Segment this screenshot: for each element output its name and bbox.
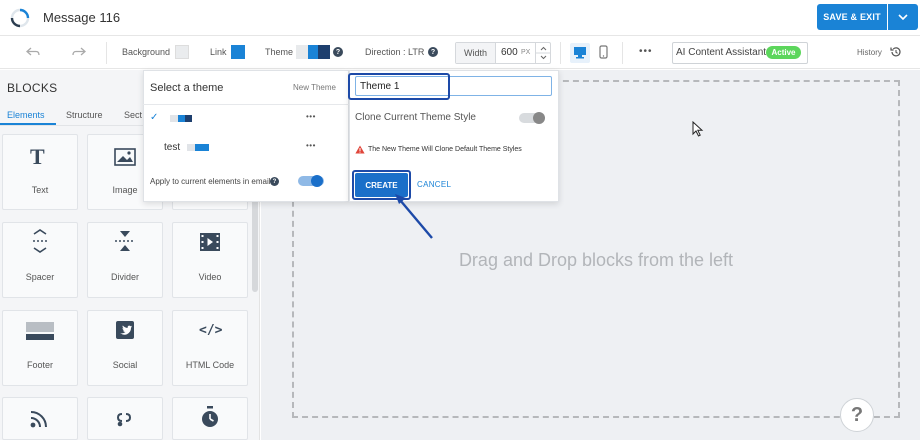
block-video-label: Video	[198, 272, 222, 282]
desktop-icon	[574, 47, 586, 59]
theme-options-icon[interactable]: •••	[306, 141, 316, 150]
theme-name-test: test	[164, 142, 181, 153]
divider-icon	[115, 231, 135, 251]
video-icon	[200, 233, 220, 251]
clone-warning-text: The New Theme Will Clone Default Theme S…	[368, 146, 522, 153]
background-label: Background	[122, 47, 171, 57]
select-theme-heading: Select a theme	[150, 82, 224, 94]
link-label: Link	[210, 47, 227, 57]
block-social-label: Social	[112, 360, 138, 370]
undo-icon[interactable]	[26, 47, 40, 57]
help-button[interactable]: ?	[840, 398, 874, 432]
apply-help-icon[interactable]: ?	[270, 177, 279, 186]
block-footer-label: Footer	[26, 360, 53, 370]
background-color-swatch[interactable]	[175, 45, 189, 59]
toolbar-divider	[560, 42, 561, 64]
width-label: Width	[456, 43, 496, 63]
theme-swatch[interactable]	[296, 45, 330, 59]
page-title: Message 116	[43, 10, 121, 25]
direction-label[interactable]: Direction : LTR	[365, 47, 424, 57]
width-unit: PX	[521, 49, 531, 56]
top-bar	[0, 0, 920, 36]
mouse-cursor-icon	[692, 121, 704, 137]
annotation-arrow-icon	[395, 194, 433, 239]
spacer-icon	[33, 229, 47, 253]
theme-input-highlight	[348, 73, 450, 100]
save-exit-button[interactable]: SAVE & EXIT	[817, 4, 887, 30]
tab-sections[interactable]: Sect	[124, 110, 142, 120]
active-badge: Active	[766, 46, 801, 59]
footer-icon	[26, 322, 54, 340]
block-html-code[interactable]	[172, 310, 248, 386]
timer-icon	[202, 406, 218, 427]
chevron-down-icon	[898, 14, 908, 20]
block-spacer-label: Spacer	[25, 272, 55, 282]
apply-current-label: Apply to current elements in email	[150, 177, 271, 186]
loading-logo-icon	[10, 8, 30, 28]
toolbar-divider	[622, 42, 623, 64]
history-icon[interactable]	[890, 46, 902, 58]
mobile-icon[interactable]	[599, 45, 608, 59]
theme-swatch-default	[170, 115, 192, 122]
ai-assistant-label: AI Content Assistant	[676, 47, 767, 58]
redo-icon[interactable]	[72, 47, 86, 57]
block-html-code-label: HTML Code	[185, 360, 235, 370]
history-label[interactable]: History	[857, 48, 882, 57]
twitter-icon	[116, 321, 134, 339]
save-dropdown-button[interactable]	[888, 4, 918, 30]
theme-help-icon[interactable]: ?	[333, 47, 343, 57]
tab-structure[interactable]: Structure	[66, 110, 103, 120]
clone-style-toggle-knob	[533, 112, 545, 124]
link-color-swatch[interactable]	[231, 45, 245, 59]
image-icon	[114, 148, 136, 166]
theme-label: Theme	[265, 47, 294, 57]
rss-icon	[30, 411, 47, 428]
code-icon: </>	[199, 323, 223, 338]
check-icon: ✓	[150, 112, 159, 123]
toolbar-divider	[106, 42, 107, 64]
blocks-title: BLOCKS	[7, 81, 58, 95]
drop-zone-text: Drag and Drop blocks from the left	[458, 250, 734, 270]
width-stepper[interactable]	[535, 43, 551, 63]
new-theme-link[interactable]: New Theme	[293, 83, 336, 92]
block-divider-label: Divider	[110, 272, 139, 282]
theme-swatch-test	[187, 144, 209, 151]
text-block-icon: T	[30, 144, 45, 169]
clone-style-label: Clone Current Theme Style	[355, 112, 476, 123]
tab-elements[interactable]: Elements	[7, 110, 45, 120]
more-options-icon[interactable]: •••	[639, 46, 653, 57]
theme-options-icon[interactable]: •••	[306, 112, 316, 121]
panel-divider	[143, 104, 349, 105]
warning-icon	[355, 145, 365, 154]
apply-toggle-knob	[311, 175, 323, 187]
link-icon	[116, 413, 132, 427]
block-text-label: Text	[31, 185, 49, 195]
direction-help-icon[interactable]: ?	[428, 47, 438, 57]
width-input[interactable]: 600	[501, 47, 518, 58]
cancel-button[interactable]: CANCEL	[417, 180, 451, 189]
